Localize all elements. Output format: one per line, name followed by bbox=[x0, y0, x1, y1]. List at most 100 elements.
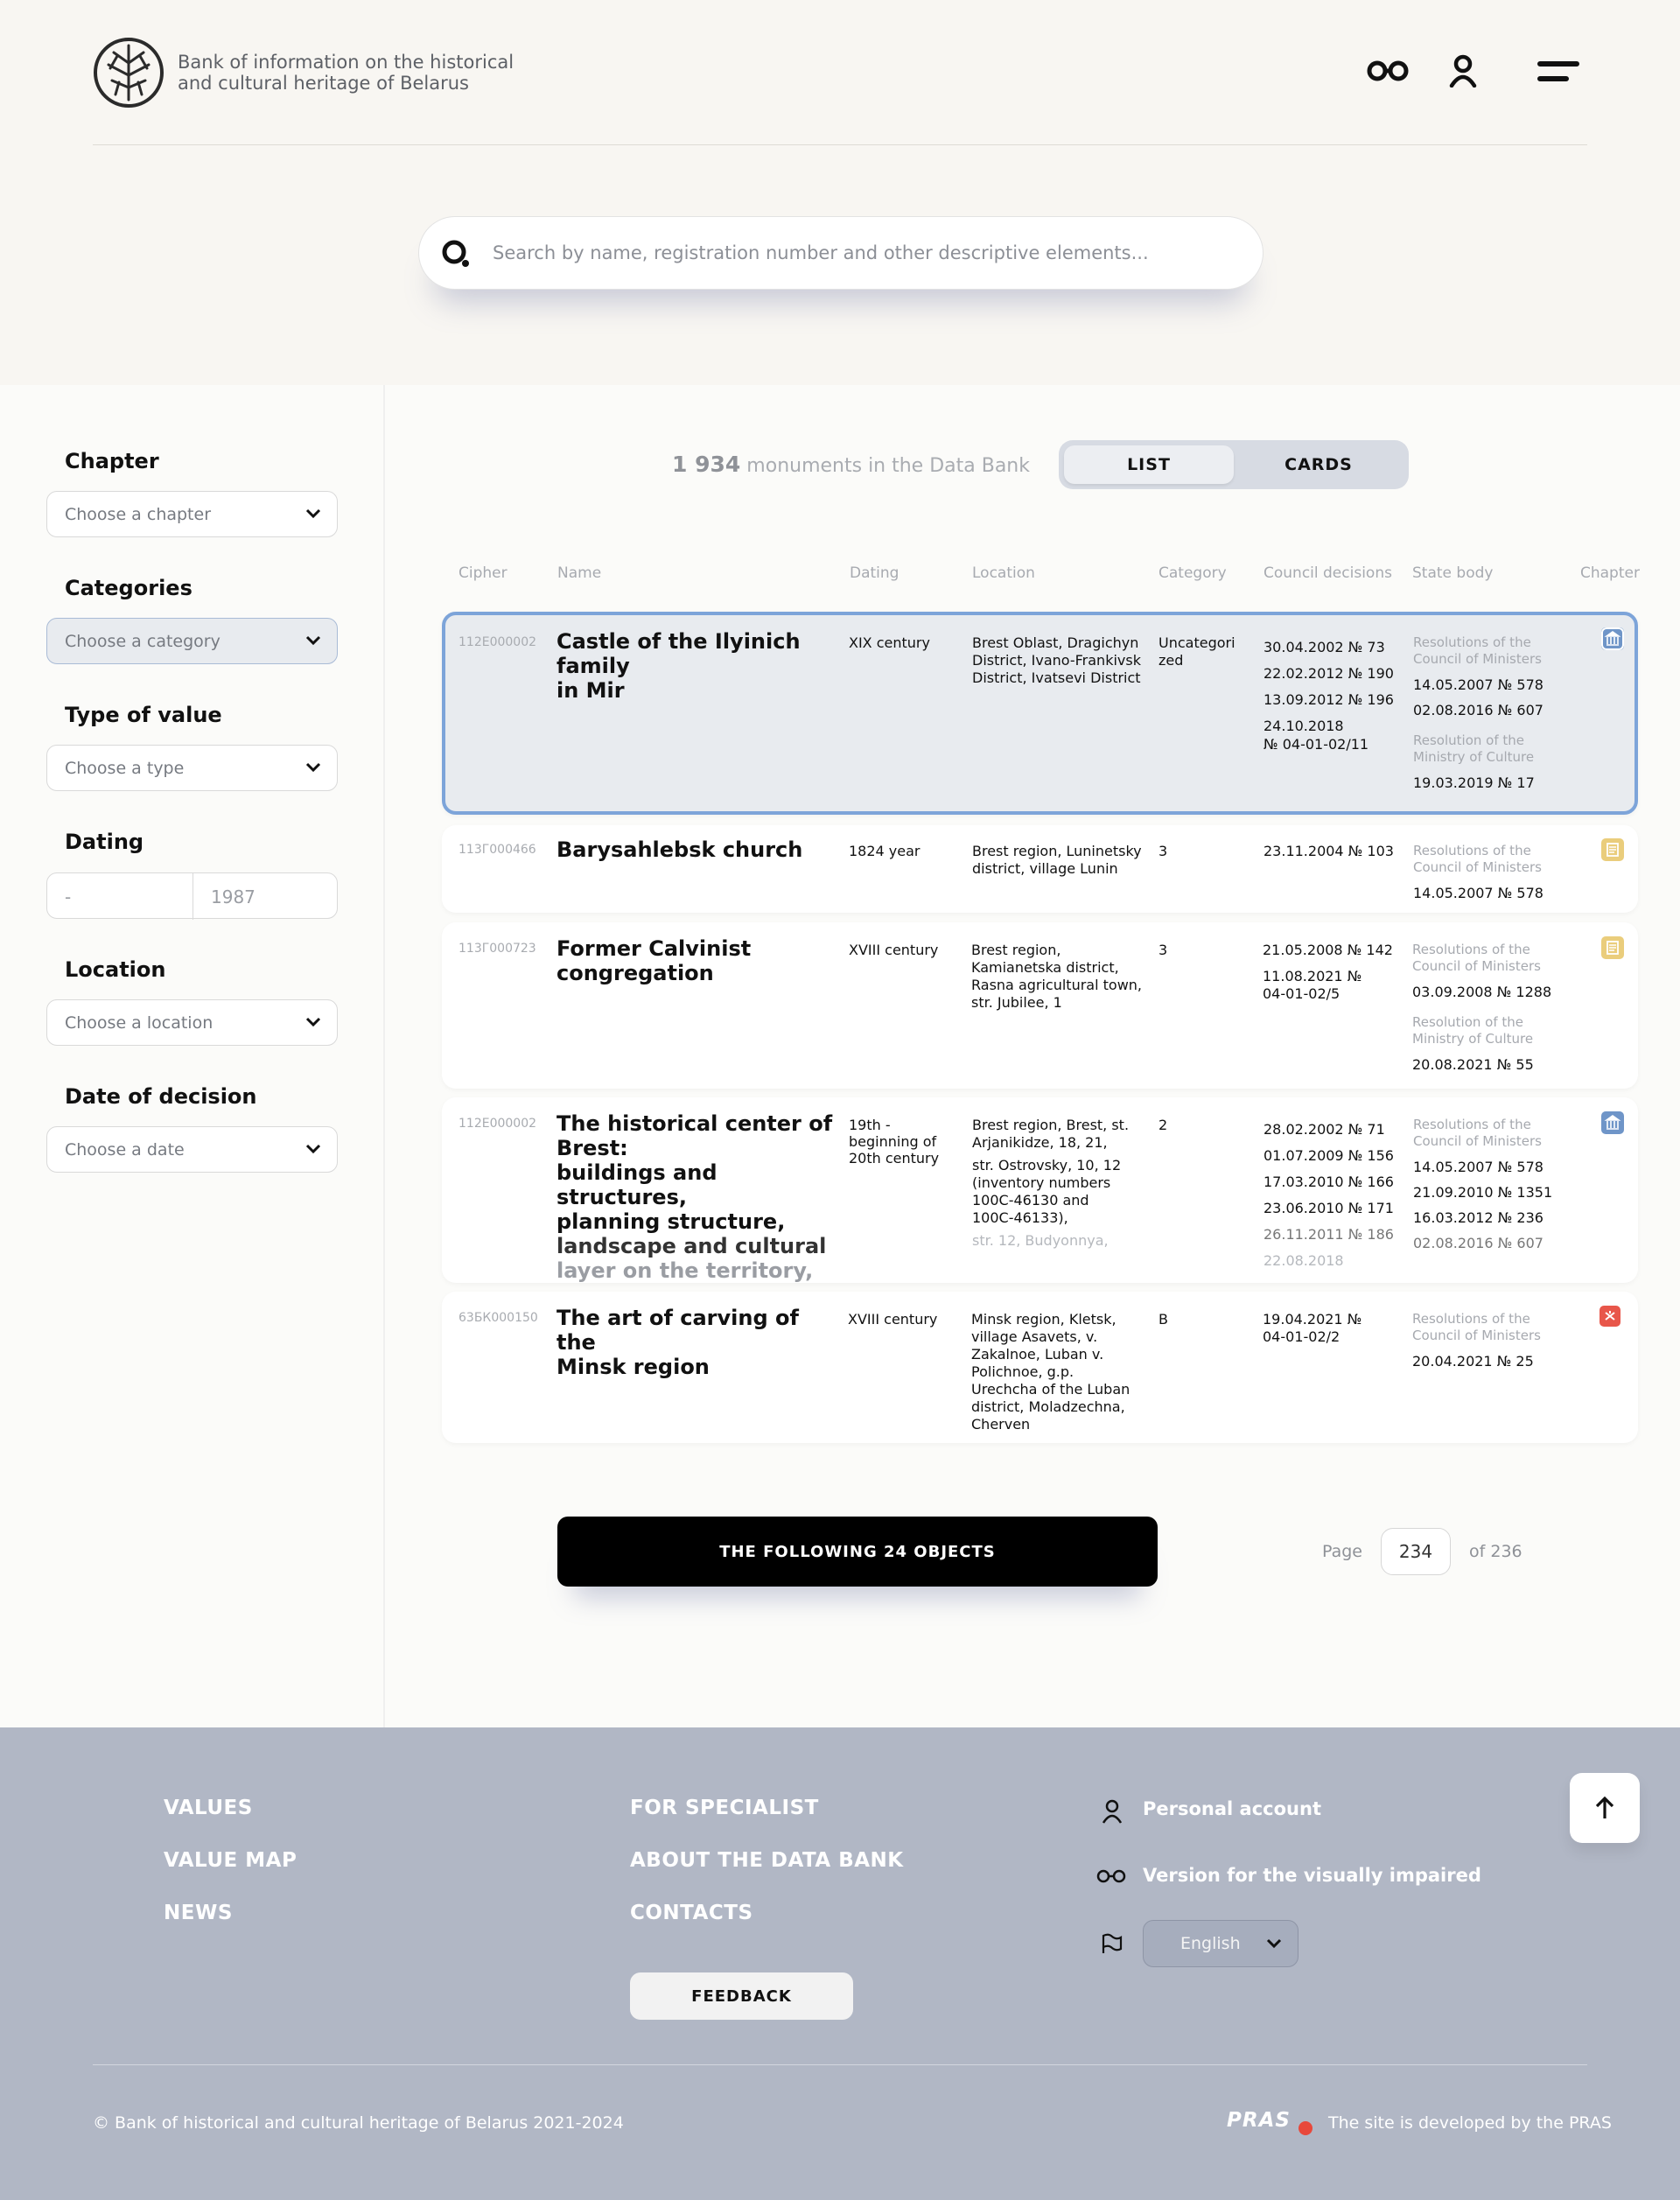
col-header-chapter[interactable]: Chapter bbox=[1580, 564, 1640, 582]
row-location-line: str. 12, Budyonnya, bbox=[972, 1232, 1109, 1249]
row-category-line: B bbox=[1158, 1311, 1168, 1328]
row-name[interactable]: The art of carving of the Minsk region bbox=[556, 1306, 836, 1379]
search-bar[interactable] bbox=[418, 216, 1264, 290]
search-icon bbox=[442, 240, 469, 267]
language-select[interactable]: English bbox=[1143, 1920, 1298, 1967]
state-body-title: Resolutions of the bbox=[1412, 1311, 1530, 1327]
col-header-name[interactable]: Name bbox=[557, 564, 601, 582]
row-decision: 22.02.2012 № 190 bbox=[1264, 665, 1394, 682]
row-name[interactable]: Former Calvinist congregation bbox=[556, 936, 836, 985]
page-total: of 236 bbox=[1469, 1542, 1522, 1561]
pras-logo[interactable]: PRAS bbox=[1227, 2109, 1291, 2132]
scroll-to-top-button[interactable] bbox=[1570, 1773, 1640, 1843]
type-select[interactable]: Choose a type bbox=[46, 745, 338, 791]
dating-to-input[interactable]: 1987 bbox=[211, 886, 256, 907]
row-decision: 24.10.2018 bbox=[1264, 718, 1344, 734]
row-location-line: Urechcha of the Luban bbox=[971, 1381, 1130, 1398]
visually-impaired-icon[interactable] bbox=[1367, 58, 1409, 84]
row-location-line: Arjanikidze, 18, 21, bbox=[972, 1134, 1108, 1151]
developer-credit[interactable]: The site is developed by the PRAS bbox=[1328, 2113, 1612, 2133]
row-dating: 19th - beginning of 20th century bbox=[849, 1117, 940, 1167]
visually-impaired-link[interactable]: Version for the visually impaired bbox=[1143, 1865, 1481, 1886]
row-state-body: Resolutions of the Council of Ministers … bbox=[1412, 942, 1552, 1073]
dating-from-input[interactable]: - bbox=[65, 886, 71, 907]
row-category-line: zed bbox=[1158, 652, 1184, 669]
col-header-cipher[interactable]: Cipher bbox=[458, 564, 508, 582]
chevron-down-icon bbox=[305, 508, 321, 519]
row-location-line: District, Ivano-Frankivsk bbox=[972, 652, 1141, 669]
row-decisions: 21.05.2008 № 142 11.08.2021 № 04-01-02/5 bbox=[1263, 942, 1393, 1003]
footer-link-contacts[interactable]: CONTACTS bbox=[630, 1902, 753, 1924]
menu-icon[interactable] bbox=[1536, 60, 1580, 84]
load-more-button[interactable]: THE FOLLOWING 24 OBJECTS bbox=[557, 1517, 1158, 1587]
row-decision: 21.05.2008 № 142 bbox=[1263, 942, 1393, 958]
row-decision: 23.11.2004 № 103 bbox=[1264, 843, 1394, 859]
state-body-item: 21.09.2010 № 1351 bbox=[1413, 1184, 1553, 1201]
table-row[interactable]: 63БК000150 The art of carving of the Min… bbox=[442, 1292, 1638, 1443]
search-input[interactable] bbox=[493, 233, 1228, 273]
page-number-input[interactable] bbox=[1381, 1528, 1451, 1575]
row-name[interactable]: The historical center of Brest: building… bbox=[556, 1111, 836, 1283]
row-decision: 01.07.2009 № 156 bbox=[1264, 1147, 1394, 1164]
state-body-item: 03.09.2008 № 1288 bbox=[1412, 984, 1552, 1000]
decision-date-select[interactable]: Choose a date bbox=[46, 1126, 338, 1173]
state-body-title: Resolutions of the bbox=[1413, 1117, 1531, 1132]
table-row[interactable]: 112Е000002 Castle of the Ilyinich family… bbox=[442, 612, 1638, 815]
brand-title[interactable]: Bank of information on the historical an… bbox=[178, 52, 528, 94]
row-name-line: Brest: bbox=[556, 1136, 628, 1160]
results-count-number: 1 934 bbox=[672, 452, 741, 477]
row-name-line: congregation bbox=[556, 961, 714, 985]
footer-link-for-specialist[interactable]: FOR SPECIALIST bbox=[630, 1797, 819, 1819]
row-location-line: 100С-46133), bbox=[972, 1209, 1068, 1226]
chapter-select-value: Choose a chapter bbox=[65, 505, 212, 524]
footer-link-values[interactable]: VALUES bbox=[164, 1797, 253, 1819]
personal-account-link[interactable]: Personal account bbox=[1143, 1798, 1321, 1819]
brand-line-1: Bank of information on the historical bbox=[178, 52, 514, 73]
footer-link-news[interactable]: NEWS bbox=[164, 1902, 233, 1924]
row-dating: 1824 year bbox=[849, 843, 920, 859]
footer-link-about[interactable]: ABOUT THE DATA BANK bbox=[630, 1849, 904, 1872]
table-row[interactable]: 113Г000723 Former Calvinist congregation… bbox=[442, 922, 1638, 1089]
logo-icon[interactable] bbox=[93, 37, 164, 109]
copyright: © Bank of historical and cultural herita… bbox=[93, 2113, 624, 2133]
state-body-title: Resolution of the bbox=[1413, 732, 1524, 748]
row-cipher: 112Е000002 bbox=[458, 635, 537, 649]
row-decision: 17.03.2010 № 166 bbox=[1264, 1174, 1394, 1190]
row-location-line: Polichnoe, g.p. bbox=[971, 1363, 1074, 1380]
footer-link-value-map[interactable]: VALUE MAP bbox=[164, 1849, 297, 1872]
chapter-select[interactable]: Choose a chapter bbox=[46, 491, 338, 537]
row-name[interactable]: Castle of the Ilyinich family in Mir bbox=[556, 629, 836, 703]
dating-separator bbox=[192, 873, 193, 920]
row-decision: 28.02.2002 № 71 bbox=[1264, 1121, 1385, 1138]
brand-line-2: and cultural heritage of Belarus bbox=[178, 73, 469, 94]
header: Bank of information on the historical an… bbox=[0, 0, 1680, 385]
pras-logo-dot bbox=[1298, 2121, 1312, 2135]
table-row[interactable]: 112Е000002 The historical center of Bres… bbox=[442, 1097, 1638, 1283]
cards-view-button[interactable]: CARDS bbox=[1234, 445, 1404, 484]
table-row[interactable]: 113Г000466 Barysahlebsk church 1824 year… bbox=[442, 825, 1638, 913]
row-name[interactable]: Barysahlebsk church bbox=[556, 837, 802, 862]
col-header-dating[interactable]: Dating bbox=[850, 564, 899, 582]
state-body-title: Ministry of Culture bbox=[1413, 749, 1535, 765]
row-name-line: in Mir bbox=[556, 678, 625, 703]
row-name-line: The historical center of bbox=[556, 1111, 833, 1136]
col-header-council-decisions[interactable]: Council decisions bbox=[1264, 564, 1392, 582]
location-select[interactable]: Choose a location bbox=[46, 999, 338, 1046]
flag-icon bbox=[1102, 1933, 1123, 1953]
state-body-item: 14.05.2007 № 578 bbox=[1413, 885, 1544, 901]
row-location-line: Cherven bbox=[971, 1416, 1031, 1433]
category-select[interactable]: Choose a category bbox=[46, 618, 338, 664]
col-header-state-body[interactable]: State body bbox=[1412, 564, 1493, 582]
intangible-icon bbox=[1600, 1306, 1620, 1327]
row-dating: XVIII century bbox=[849, 942, 939, 958]
chevron-down-icon bbox=[305, 1017, 321, 1027]
feedback-button[interactable]: FEEDBACK bbox=[630, 1972, 853, 2020]
chapter-filter-label: Chapter bbox=[65, 449, 159, 473]
page-label: Page bbox=[1322, 1542, 1362, 1561]
col-header-category[interactable]: Category bbox=[1158, 564, 1227, 582]
row-decisions: 19.04.2021 № 04-01-02/2 bbox=[1263, 1311, 1362, 1346]
list-view-button[interactable]: LIST bbox=[1064, 445, 1234, 484]
col-header-location[interactable]: Location bbox=[972, 564, 1035, 582]
state-body-item: 02.08.2016 № 607 bbox=[1413, 702, 1544, 718]
user-icon[interactable] bbox=[1449, 54, 1477, 88]
